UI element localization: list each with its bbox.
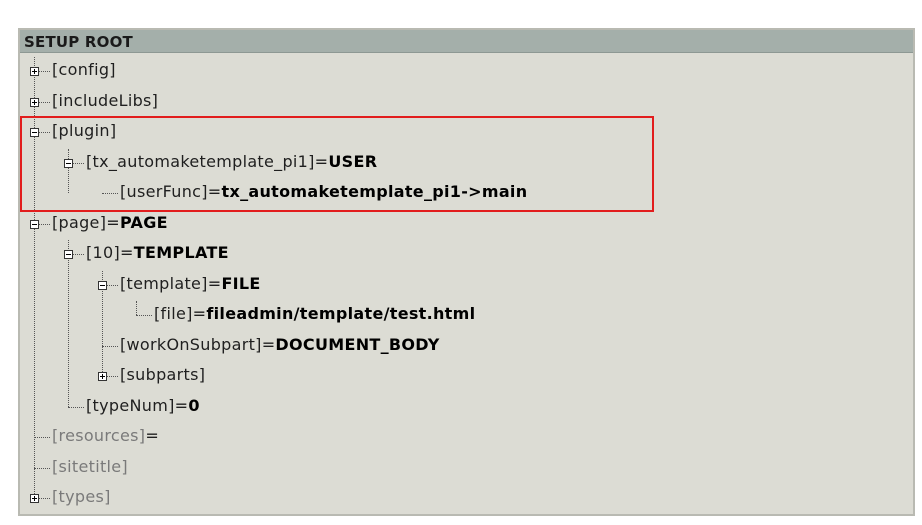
tree-node-sitetitle[interactable]: [sitetitle] (52, 457, 128, 477)
node-key: [types] (52, 487, 111, 506)
node-value: FILE (221, 274, 261, 293)
tree-branch-line (102, 346, 118, 347)
tree-node-tx-automaketemplate-pi1[interactable]: [tx_automaketemplate_pi1]=USER (86, 152, 377, 172)
node-key: [page] (52, 213, 107, 232)
node-value: PAGE (119, 213, 168, 232)
node-equals: = (207, 274, 222, 293)
tree-node-page[interactable]: [page]=PAGE (52, 213, 168, 233)
node-equals: = (106, 213, 120, 232)
expand-icon[interactable] (30, 98, 39, 107)
tree-node-plugin[interactable]: [plugin] (52, 121, 116, 141)
tree-branch-line (136, 315, 152, 316)
node-equals: = (261, 335, 276, 354)
tree-node-subparts[interactable]: [subparts] (120, 365, 205, 385)
tree-node-types[interactable]: [types] (52, 487, 111, 507)
node-key: [typeNum] (86, 396, 175, 415)
node-key: [tx_automaketemplate_pi1] (86, 152, 315, 171)
node-equals: = (174, 396, 189, 415)
tree-node-includelibs[interactable]: [includeLibs] (52, 91, 158, 111)
tree-branch-line (34, 468, 50, 469)
node-key: [resources] (52, 426, 146, 445)
tree-branch-line (34, 437, 50, 438)
expand-icon[interactable] (30, 67, 39, 76)
node-key: [config] (52, 60, 116, 79)
tree-node-userfunc[interactable]: [userFunc]=tx_automaketemplate_pi1->main (120, 182, 527, 202)
node-value: DOCUMENT_BODY (275, 335, 440, 354)
tree-branch-line (102, 193, 118, 194)
node-equals: = (314, 152, 329, 171)
node-equals: = (120, 243, 134, 262)
node-key: [file] (154, 304, 193, 323)
tree-guide-line (68, 240, 69, 407)
node-equals: = (192, 304, 207, 323)
tree-node-file[interactable]: [file]=fileadmin/template/test.html (154, 304, 475, 324)
tree-node-workonsubpart[interactable]: [workOnSubpart]=DOCUMENT_BODY (120, 335, 440, 355)
tree-node-resources[interactable]: [resources]= (52, 426, 159, 446)
node-equals: = (207, 182, 222, 201)
expand-icon[interactable] (98, 372, 107, 381)
tree-node-10[interactable]: [10]=TEMPLATE (86, 243, 229, 263)
node-key: [sitetitle] (52, 457, 128, 476)
tree-guide-line (34, 57, 35, 498)
node-key: [subparts] (120, 365, 206, 384)
tree-guide-line (136, 301, 137, 315)
node-key: [10] (86, 243, 121, 262)
node-value: TEMPLATE (133, 243, 229, 262)
node-value: USER (328, 152, 378, 171)
node-key: [plugin] (52, 121, 117, 140)
node-value: fileadmin/template/test.html (206, 304, 476, 323)
tree-header: SETUP ROOT (20, 30, 913, 53)
tree-branch-line (68, 407, 84, 408)
tree-node-config[interactable]: [config] (52, 60, 116, 80)
node-key: [template] (120, 274, 208, 293)
node-key: [includeLibs] (52, 91, 159, 110)
node-value: tx_automaketemplate_pi1->main (221, 182, 528, 201)
collapse-icon[interactable] (30, 128, 39, 137)
node-key: [workOnSubpart] (120, 335, 262, 354)
node-key: [userFunc] (120, 182, 208, 201)
tree-node-typenum[interactable]: [typeNum]=0 (86, 396, 200, 416)
tree-node-template[interactable]: [template]=FILE (120, 274, 261, 294)
collapse-icon[interactable] (64, 159, 73, 168)
collapse-icon[interactable] (30, 220, 39, 229)
node-equals: = (145, 426, 160, 445)
tree-title: SETUP ROOT (24, 33, 133, 51)
expand-icon[interactable] (30, 494, 39, 503)
node-value: 0 (188, 396, 200, 415)
collapse-icon[interactable] (98, 281, 107, 290)
tree-guide-line (68, 148, 69, 193)
collapse-icon[interactable] (64, 250, 73, 259)
